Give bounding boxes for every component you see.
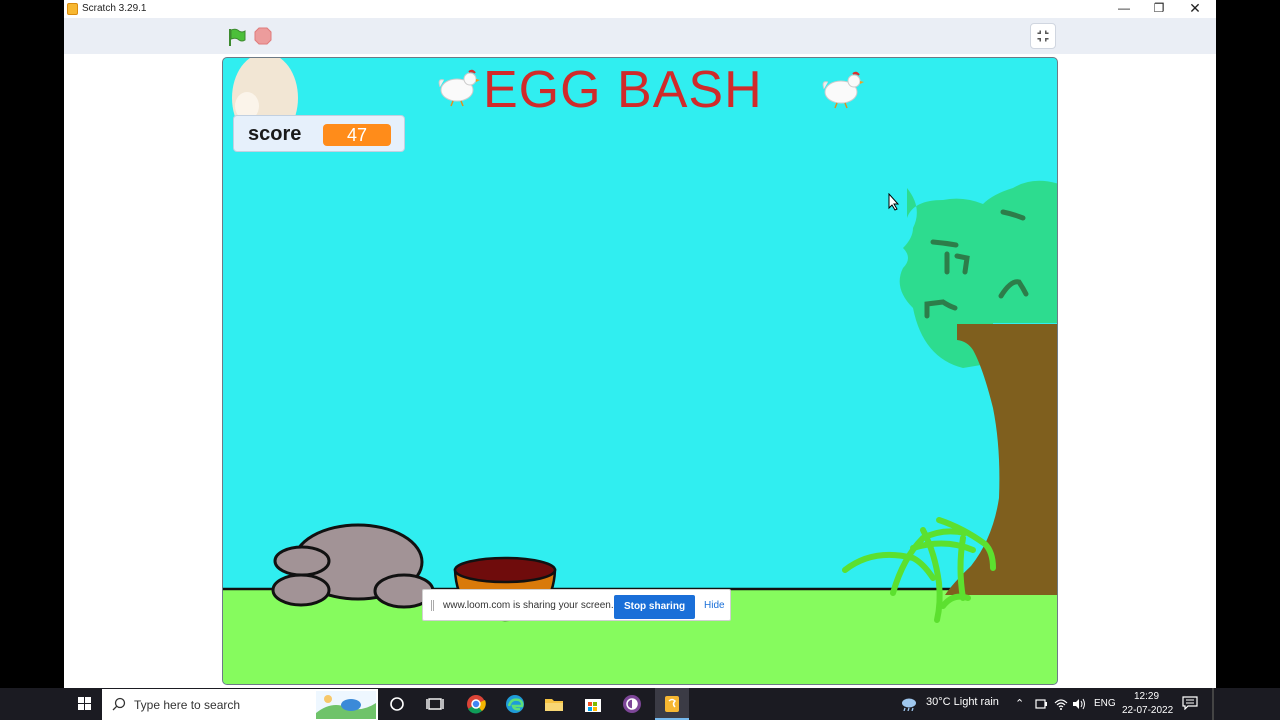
hide-link[interactable]: Hide [704,600,725,611]
minimize-button[interactable]: — [1106,0,1142,18]
task-view-icon[interactable] [423,692,447,716]
clock-date[interactable]: 22-07-2022 [1122,705,1173,716]
show-desktop-button[interactable] [1212,688,1214,720]
search-icon [112,697,126,711]
loom-message: www.loom.com is sharing your screen. [443,600,614,611]
windows-start-icon[interactable] [70,688,100,720]
score-label: score [248,123,302,145]
scratch-app-icon [67,3,78,15]
stop-sharing-button[interactable]: Stop sharing [614,595,695,619]
clock-time[interactable]: 12:29 [1134,691,1159,702]
score-value: 47 [323,124,391,146]
exit-fullscreen-icon [1037,30,1049,42]
drag-handle-icon[interactable] [431,600,434,611]
weather-text[interactable]: 30°C Light rain [926,696,999,708]
rocks-sprite [271,523,435,609]
mouse-cursor-icon [888,193,900,211]
window-title: Scratch 3.29.1 [82,3,147,14]
hen-left-sprite [438,69,480,107]
weather-rain-icon [902,698,916,711]
chrome-icon[interactable] [464,692,488,716]
green-flag-icon[interactable] [227,27,247,47]
desktop: Scratch 3.29.1 — ❐ ✕ EGG BASH score 47 w… [0,0,1280,720]
loom-sharing-bar: www.loom.com is sharing your screen. Sto… [422,589,731,621]
cortana-icon[interactable] [385,692,409,716]
stop-icon[interactable] [254,27,272,45]
show-hidden-icons-icon[interactable]: ⌃ [1015,697,1024,710]
notifications-icon[interactable] [1182,696,1198,710]
wifi-icon[interactable] [1054,698,1068,710]
exit-fullscreen-button[interactable] [1030,23,1056,49]
close-button[interactable]: ✕ [1177,0,1213,18]
search-placeholder: Type here to search [134,698,241,712]
file-explorer-icon[interactable] [542,692,566,716]
tor-icon[interactable] [620,692,644,716]
game-title: EGG BASH [483,61,763,119]
edge-icon[interactable] [503,692,527,716]
scratch-icon [665,696,679,712]
hen-right-sprite [822,71,864,109]
taskbar-search-box[interactable]: Type here to search [102,689,378,720]
language-indicator[interactable]: ENG [1094,698,1116,709]
battery-icon[interactable] [1034,698,1048,710]
title-bar: Scratch 3.29.1 — ❐ ✕ [64,0,1216,18]
store-icon[interactable] [581,692,605,716]
restore-button[interactable]: ❐ [1141,0,1177,18]
search-highlight-art [316,691,376,719]
score-monitor[interactable]: score 47 [233,115,405,152]
player-toolbar [64,18,1216,54]
scratch-taskbar-button[interactable] [655,688,689,720]
volume-icon[interactable] [1072,698,1086,710]
scratch-window: Scratch 3.29.1 — ❐ ✕ EGG BASH score 47 [64,0,1216,688]
taskbar: Type here to search 30°C Light rain ⌃ EN… [0,688,1280,720]
